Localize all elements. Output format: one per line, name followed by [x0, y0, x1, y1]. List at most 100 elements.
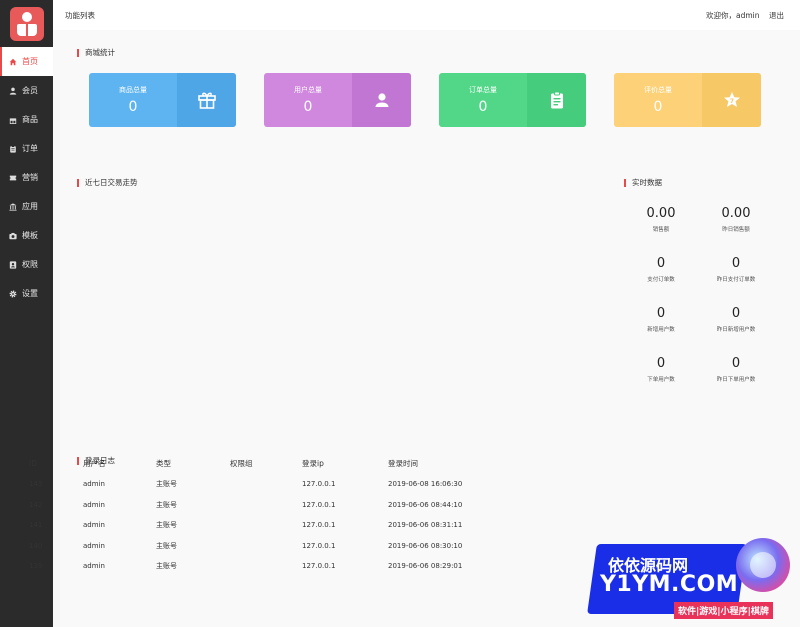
logo[interactable]	[9, 6, 44, 41]
cell-id: 142	[29, 500, 43, 509]
cell-group	[230, 474, 302, 495]
cell-type: 主账号	[156, 541, 177, 550]
realtime-cell: 0 昨日支付订单数	[696, 256, 776, 283]
logo-area	[0, 0, 53, 47]
sidebar-item-label: 权限	[22, 260, 38, 269]
stat-card-label: 用户总量	[294, 86, 322, 94]
stat-card-label: 评价总量	[644, 86, 672, 94]
cell-time: 2019-06-06 08:31:11	[388, 521, 463, 530]
cell-username: admin	[83, 500, 105, 509]
stat-card-value: 0	[303, 99, 313, 115]
realtime-cell: 0.00 昨日销售额	[696, 206, 776, 233]
watermark-tagline: 软件|游戏|小程序|棋牌	[674, 602, 773, 619]
realtime-label: 昨日支付订单数	[716, 277, 756, 283]
sidebar-item-orders[interactable]: 订单	[0, 134, 53, 163]
sidebar-item-products[interactable]: 商品	[0, 105, 53, 134]
stats-section-title: 商城统计	[77, 49, 115, 57]
logout-link[interactable]: 退出	[769, 10, 784, 21]
cell-group	[230, 515, 302, 536]
realtime-value: 0.00	[646, 206, 676, 221]
stat-card-body: 订单总量 0	[439, 73, 527, 127]
table-row: 141 admin 主账号 127.0.0.1 2019-06-06 08:31…	[29, 515, 508, 536]
sidebar-item-marketing[interactable]: 营销	[0, 163, 53, 192]
cell-ip: 127.0.0.1	[302, 500, 336, 509]
realtime-section-title: 实时数据	[624, 179, 662, 187]
gift-icon	[9, 116, 17, 124]
user-icon	[9, 87, 17, 95]
sidebar-item-home[interactable]: 首页	[0, 47, 53, 76]
stat-card-label: 订单总量	[469, 86, 497, 94]
stat-card-users[interactable]: 用户总量 0	[264, 73, 411, 127]
realtime-cell: 0 昨日新增用户数	[696, 306, 776, 333]
sidebar-item-label: 设置	[22, 289, 38, 298]
cell-id: 139	[29, 562, 43, 571]
cell-time: 2019-06-06 08:44:10	[388, 500, 463, 509]
clipboard-icon	[527, 73, 586, 127]
sidebar-item-members[interactable]: 会员	[0, 76, 53, 105]
cell-id: 141	[29, 521, 43, 530]
camera-icon	[9, 232, 17, 240]
cell-username: admin	[83, 562, 105, 571]
realtime-cell: 0 昨日下单用户数	[696, 356, 776, 383]
stat-card-body: 用户总量 0	[264, 73, 352, 127]
table-row: 142 admin 主账号 127.0.0.1 2019-06-06 08:44…	[29, 495, 508, 516]
top-bar: 功能列表 欢迎你，admin 退出	[53, 0, 800, 30]
bank-icon	[9, 202, 17, 211]
cell-type: 主账号	[156, 500, 177, 509]
user-icon	[352, 73, 411, 127]
column-header: 类型	[156, 458, 171, 468]
cell-type: 主账号	[156, 480, 177, 489]
stat-card-products[interactable]: 商品总量 0	[89, 73, 236, 127]
table-row: 143 admin 主账号 127.0.0.1 2019-06-08 16:06…	[29, 474, 508, 495]
cell-id: 140	[29, 541, 43, 550]
cell-type: 主账号	[156, 562, 177, 571]
sidebar-item-settings[interactable]: 设置	[0, 279, 53, 308]
cell-time: 2019-06-08 16:06:30	[388, 480, 463, 489]
realtime-value: 0	[731, 306, 741, 321]
column-header: 权限组	[230, 458, 253, 468]
sidebar-item-label: 营销	[22, 173, 38, 182]
sidebar-item-apps[interactable]: 应用	[0, 192, 53, 221]
realtime-label: 昨日销售额	[722, 227, 750, 233]
column-header: 登录ip	[302, 458, 324, 468]
stat-card-label: 商品总量	[119, 86, 147, 94]
table-header-row: ID 用户名 类型 权限组 登录ip 登录时间	[29, 452, 508, 474]
stat-card-orders[interactable]: 订单总量 0	[439, 73, 586, 127]
table-row: 140 admin 主账号 127.0.0.1 2019-06-06 08:30…	[29, 536, 508, 557]
sidebar-item-permissions[interactable]: 权限	[0, 250, 53, 279]
realtime-label: 昨日下单用户数	[716, 377, 756, 383]
sidebar-item-label: 应用	[22, 202, 38, 211]
ticket-icon	[9, 174, 17, 182]
cell-group	[230, 495, 302, 516]
realtime-value: 0.00	[721, 206, 751, 221]
cell-ip: 127.0.0.1	[302, 562, 336, 571]
trend-chart-area	[77, 195, 617, 445]
sidebar-item-templates[interactable]: 模板	[0, 221, 53, 250]
sidebar-item-label: 模板	[22, 231, 38, 240]
cell-ip: 127.0.0.1	[302, 480, 336, 489]
watermark-globe-icon	[736, 538, 790, 592]
stat-card-value: 0	[128, 99, 138, 115]
realtime-value: 0	[731, 256, 741, 271]
cell-time: 2019-06-06 08:29:01	[388, 562, 463, 571]
realtime-cell: 0 支付订单数	[621, 256, 701, 283]
cell-ip: 127.0.0.1	[302, 541, 336, 550]
column-header: ID	[29, 458, 37, 468]
realtime-label: 下单用户数	[647, 377, 675, 383]
login-log-table: ID 用户名 类型 权限组 登录ip 登录时间 143 admin 主账号 12…	[29, 452, 508, 577]
realtime-label: 新增用户数	[647, 327, 675, 333]
realtime-label: 昨日新增用户数	[716, 327, 756, 333]
watermark-logo: 依依源码网 Y1YM.COM 软件|游戏|小程序|棋牌	[578, 528, 800, 627]
trend-section-title: 近七日交易走势	[77, 179, 138, 187]
star-badge-icon: 7	[702, 73, 761, 127]
stat-card-reviews[interactable]: 评价总量 0 7	[614, 73, 761, 127]
realtime-cell: 0 下单用户数	[621, 356, 701, 383]
realtime-cell: 0 新增用户数	[621, 306, 701, 333]
clipboard-icon	[9, 144, 17, 153]
welcome-text: 欢迎你，admin	[706, 11, 760, 20]
cell-type: 主账号	[156, 521, 177, 530]
realtime-value: 0	[656, 356, 666, 371]
gear-icon	[9, 290, 17, 298]
sidebar-item-label: 订单	[22, 144, 38, 153]
realtime-label: 销售额	[652, 227, 670, 233]
